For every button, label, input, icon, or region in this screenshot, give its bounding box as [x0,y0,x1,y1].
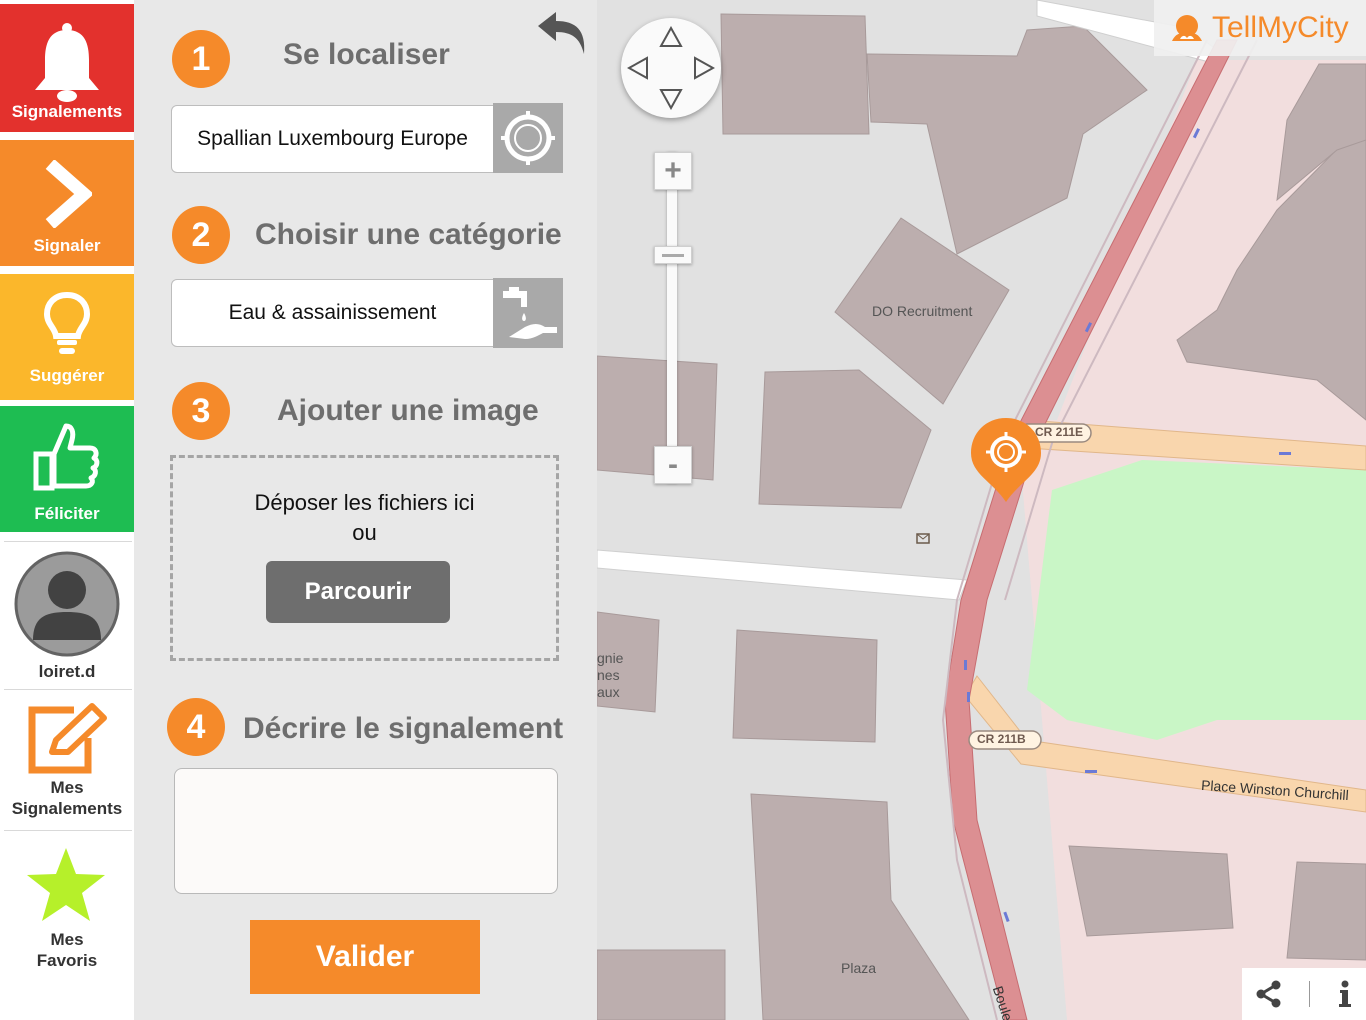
my-reports-label-1: Mes [50,778,84,797]
report-button[interactable]: Signaler [0,140,134,266]
step-2-number: 2 [172,206,230,264]
location-field[interactable]: Spallian Luxembourg Europe [171,105,494,173]
pan-right-icon[interactable] [693,56,715,80]
map-label-partial: aux [597,684,620,700]
pan-down-icon[interactable] [659,88,683,110]
category-field[interactable]: Eau & assainissement [171,279,494,347]
step-3-title: Ajouter une image [277,394,539,427]
crosshair-icon [501,111,555,165]
dropzone-text: Déposer les fichiers ici [254,490,475,515]
my-favorites-label-1: Mes [50,930,84,949]
water-tap-icon [503,287,557,339]
step-1-number: 1 [172,30,230,88]
brand-name: TellMyCity [1212,11,1349,44]
category-picker-button[interactable] [493,278,563,348]
divider [4,689,132,690]
report-label: Signaler [33,236,101,255]
my-reports-button[interactable]: Mes Signalements [0,698,134,826]
share-icon[interactable] [1255,980,1283,1008]
submit-button[interactable]: Valider [250,920,480,994]
description-input[interactable] [174,768,558,894]
my-favorites-button[interactable]: Mes Favoris [0,842,134,972]
zoom-out-button[interactable]: - [654,446,692,484]
my-reports-label-2: Signalements [11,799,123,818]
step-3-number: 3 [172,382,230,440]
thumbs-up-icon [33,423,100,491]
divider [4,541,132,542]
pan-up-icon[interactable] [659,26,683,48]
lightbulb-icon [43,291,91,354]
geolocate-button[interactable] [493,103,563,173]
map-label-plaza: Plaza [841,960,877,976]
avatar [14,551,120,657]
divider [1309,981,1311,1007]
star-icon [27,848,105,921]
zoom-in-button[interactable]: + [654,152,692,190]
user-profile[interactable]: loiret.d [0,548,134,688]
map-label-partial: nes [597,667,620,683]
edit-icon [28,703,107,774]
step-4-number: 4 [167,698,225,756]
location-value: Spallian Luxembourg Europe [197,127,468,150]
zoom-slider-track[interactable] [667,152,677,482]
chevron-right-icon [45,160,92,228]
username: loiret.d [38,662,96,681]
suggest-label: Suggérer [29,366,105,385]
brand-logo: TellMyCity [1154,0,1366,56]
step-4-title: Décrire le signalement [243,712,564,745]
map-tiles [597,0,1366,1020]
zoom-slider-handle[interactable] [654,246,692,264]
tellmycity-logo-icon [1172,15,1202,41]
congratulate-button[interactable]: Féliciter [0,406,134,532]
file-dropzone[interactable]: Déposer les fichiers ici ou Parcourir [170,455,559,661]
map-tools [1242,968,1366,1020]
alerts-label: Signalements [11,102,123,121]
back-arrow-icon[interactable] [534,6,594,66]
step-2-title: Choisir une catégorie [255,218,562,251]
map-pan-control [621,18,721,118]
pan-left-icon[interactable] [627,56,649,80]
category-value: Eau & assainissement [228,301,437,324]
congratulate-label: Féliciter [34,504,100,523]
location-marker-icon[interactable] [969,416,1043,504]
report-form-panel: 1 Se localiser Spallian Luxembourg Europ… [134,0,597,1020]
suggest-button[interactable]: Suggérer [0,274,134,400]
divider [4,830,132,831]
info-icon[interactable] [1337,980,1353,1008]
my-favorites-label-2: Favoris [36,951,98,970]
alerts-button[interactable]: Signalements [0,4,134,132]
map-label-poi: DO Recruitment [872,303,973,319]
map-label-road-211b: CR 211B [977,732,1026,746]
step-1-title: Se localiser [283,38,450,71]
map-label-partial: gnie [597,650,624,666]
map-view[interactable]: DO Recruitment CR 211E CR 211B Place Win… [597,0,1366,1020]
bell-icon [35,23,99,102]
sidebar: Signalements Signaler Suggérer Féliciter… [0,0,134,1020]
browse-button[interactable]: Parcourir [266,561,450,623]
dropzone-or-text: ou [352,520,377,545]
